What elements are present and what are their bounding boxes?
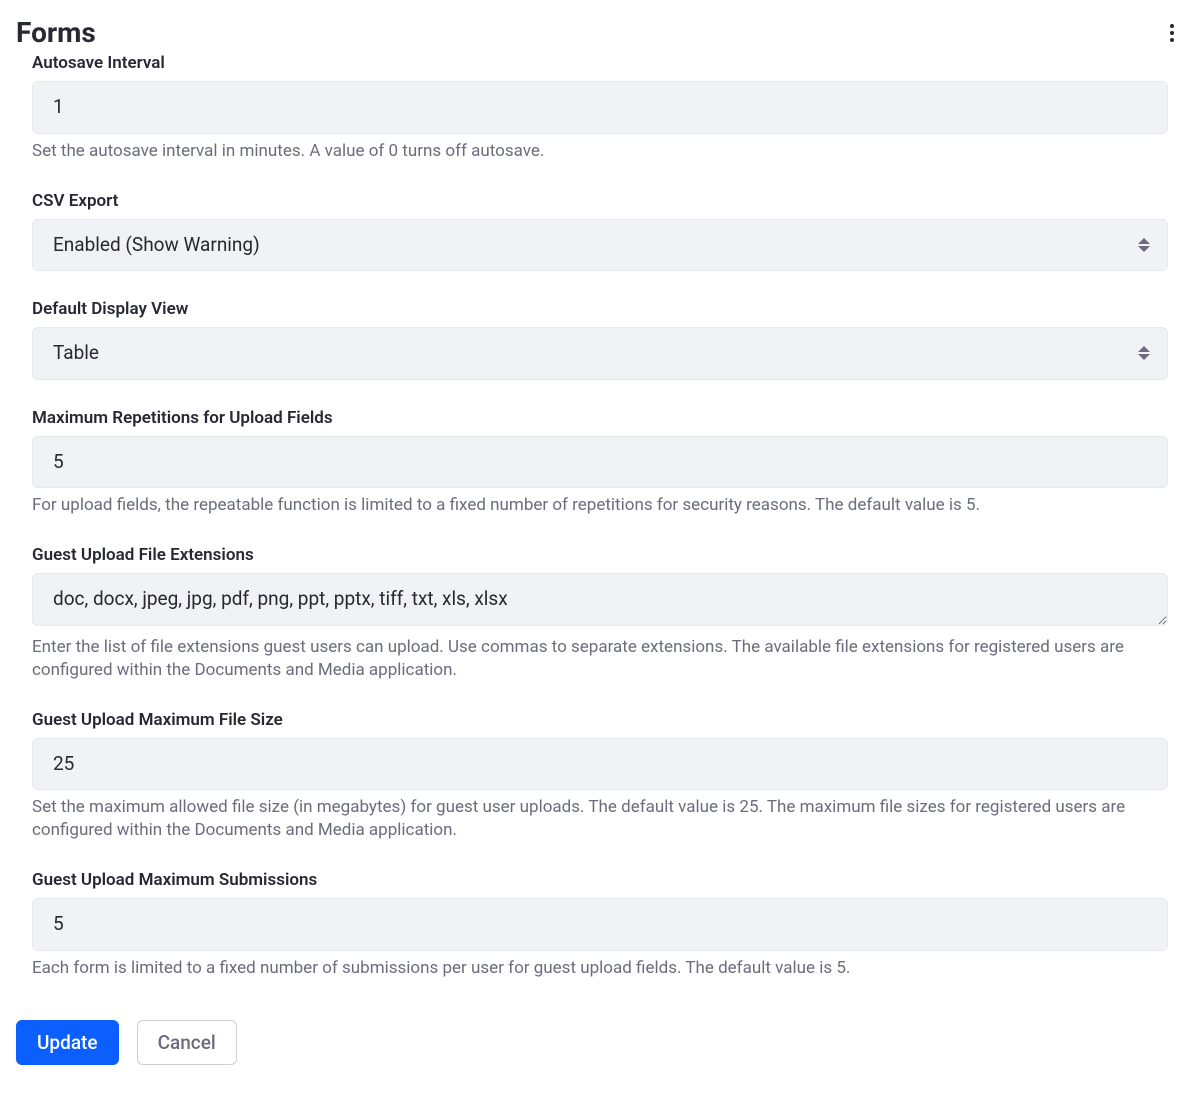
guest-max-file-size-help: Set the maximum allowed file size (in me…	[32, 796, 1168, 842]
form-settings: Autosave Interval Set the autosave inter…	[16, 53, 1184, 980]
csv-export-select[interactable]: Enabled (Show Warning)	[32, 219, 1168, 272]
default-display-view-group: Default Display View Table	[32, 299, 1168, 380]
guest-max-submissions-group: Guest Upload Maximum Submissions Each fo…	[32, 870, 1168, 980]
guest-extensions-group: Guest Upload File Extensions doc, docx, …	[32, 545, 1168, 681]
update-button[interactable]: Update	[16, 1020, 119, 1065]
csv-export-group: CSV Export Enabled (Show Warning)	[32, 191, 1168, 272]
default-display-view-label: Default Display View	[32, 299, 1168, 319]
more-options-icon[interactable]	[1160, 21, 1184, 45]
guest-max-submissions-input[interactable]	[32, 898, 1168, 951]
csv-export-label: CSV Export	[32, 191, 1168, 211]
max-repetitions-group: Maximum Repetitions for Upload Fields Fo…	[32, 408, 1168, 518]
max-repetitions-help: For upload fields, the repeatable functi…	[32, 494, 1168, 517]
autosave-interval-input[interactable]	[32, 81, 1168, 134]
max-repetitions-label: Maximum Repetitions for Upload Fields	[32, 408, 1168, 428]
autosave-interval-label: Autosave Interval	[32, 53, 1168, 73]
guest-max-submissions-label: Guest Upload Maximum Submissions	[32, 870, 1168, 890]
guest-max-file-size-input[interactable]	[32, 738, 1168, 791]
autosave-interval-group: Autosave Interval Set the autosave inter…	[32, 53, 1168, 163]
guest-max-file-size-group: Guest Upload Maximum File Size Set the m…	[32, 710, 1168, 842]
guest-extensions-help: Enter the list of file extensions guest …	[32, 636, 1168, 682]
page-title: Forms	[16, 16, 96, 49]
guest-max-submissions-help: Each form is limited to a fixed number o…	[32, 957, 1168, 980]
guest-extensions-textarea[interactable]: doc, docx, jpeg, jpg, pdf, png, ppt, ppt…	[32, 573, 1168, 626]
autosave-interval-help: Set the autosave interval in minutes. A …	[32, 140, 1168, 163]
max-repetitions-input[interactable]	[32, 436, 1168, 489]
default-display-view-select[interactable]: Table	[32, 327, 1168, 380]
guest-extensions-label: Guest Upload File Extensions	[32, 545, 1168, 565]
cancel-button[interactable]: Cancel	[137, 1020, 237, 1065]
guest-max-file-size-label: Guest Upload Maximum File Size	[32, 710, 1168, 730]
button-row: Update Cancel	[16, 1020, 1184, 1065]
